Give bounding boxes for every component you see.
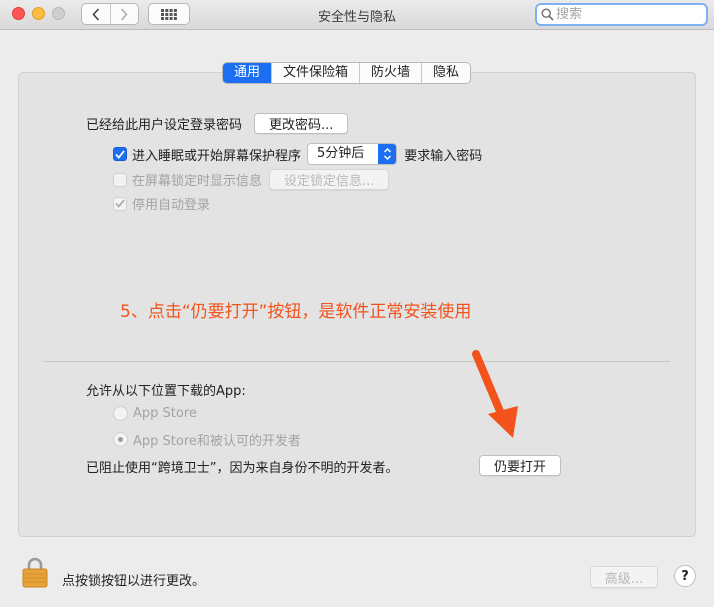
radio-app-store-label: App Store [133, 406, 197, 421]
section-divider [43, 361, 670, 362]
download-option-app-store[interactable]: App Store [113, 406, 197, 421]
tab-general[interactable]: 通用 [223, 63, 272, 83]
radio-app-store[interactable] [113, 406, 128, 421]
search-field[interactable] [535, 3, 708, 26]
search-icon [541, 8, 554, 21]
advanced-button[interactable]: 高级... [590, 566, 658, 588]
radio-identified-developers[interactable] [113, 432, 128, 447]
tab-firewall[interactable]: 防火墙 [359, 63, 421, 83]
password-set-label: 已经给此用户设定登录密码 [86, 118, 243, 133]
show-message-label: 在屏幕锁定时显示信息 [132, 174, 263, 189]
disable-auto-login-row: 停用自动登录 [113, 194, 210, 213]
show-message-row: 在屏幕锁定时显示信息 设定锁定信息... [113, 169, 390, 190]
tab-filevault[interactable]: 文件保险箱 [271, 63, 359, 83]
set-lock-message-button[interactable]: 设定锁定信息... [269, 169, 390, 190]
lock-icon[interactable] [22, 556, 48, 588]
title-bar: 安全性与隐私 [0, 0, 714, 30]
disable-auto-login-checkbox[interactable] [113, 196, 127, 211]
downloads-heading: 允许从以下位置下载的App: [86, 384, 246, 399]
download-option-identified[interactable]: App Store和被认可的开发者 [113, 430, 301, 449]
tab-privacy[interactable]: 隐私 [421, 63, 470, 83]
checkmark-icon [115, 199, 125, 208]
require-password-checkbox[interactable] [113, 147, 127, 161]
radio-identified-label: App Store和被认可的开发者 [133, 434, 301, 449]
password-row: 已经给此用户设定登录密码 更改密码... [86, 113, 349, 134]
lock-hint-text: 点按锁按钮以进行更改。 [62, 574, 206, 589]
show-message-checkbox[interactable] [113, 172, 127, 187]
checkmark-icon [115, 149, 125, 159]
radio-selected-dot [118, 437, 123, 442]
arrow-pointer-icon [472, 350, 518, 438]
require-password-label: 进入睡眠或开始屏幕保护程序 [132, 148, 302, 164]
change-password-button[interactable]: 更改密码... [254, 113, 349, 134]
require-password-row: 进入睡眠或开始屏幕保护程序 5分钟后 要求输入密码 [113, 143, 482, 165]
tab-bar: 通用 文件保险箱 防火墙 隐私 [222, 62, 472, 84]
require-password-suffix: 要求输入密码 [404, 148, 483, 164]
search-input[interactable] [556, 7, 696, 22]
password-delay-value: 5分钟后 [317, 146, 365, 161]
blocked-message: 已阻止使用“跨境卫士”，因为来自身份不明的开发者。 [86, 461, 399, 476]
open-anyway-button[interactable]: 仍要打开 [479, 455, 562, 476]
disable-auto-login-label: 停用自动登录 [132, 198, 211, 213]
help-button[interactable]: ? [674, 565, 696, 587]
password-delay-select[interactable]: 5分钟后 [307, 143, 398, 165]
updown-chevron-icon [378, 144, 397, 164]
instruction-annotation: 5、点击“仍要打开”按钮，是软件正常安装使用 [120, 302, 472, 322]
